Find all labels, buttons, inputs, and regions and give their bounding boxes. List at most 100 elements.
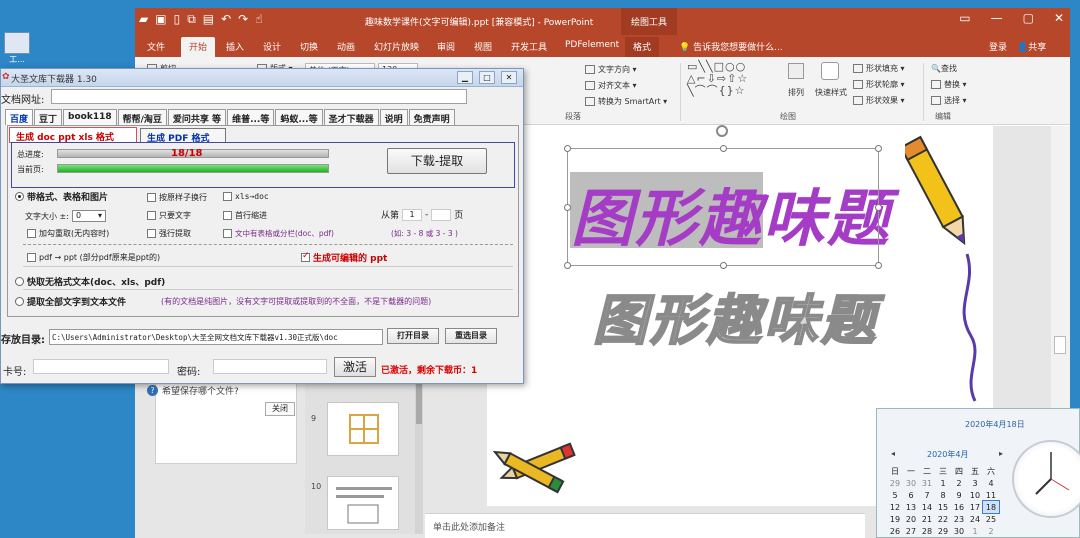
tab-shengcai[interactable]: 圣才下载器 (323, 109, 379, 125)
calendar-day[interactable]: 2 (983, 525, 999, 537)
align-text-button[interactable]: 对齐文本 ▾ (585, 80, 637, 91)
tab-view[interactable]: 视图 (474, 40, 492, 53)
find-button[interactable]: 🔍查找 (931, 63, 957, 74)
save-icon[interactable]: ▣ (155, 12, 166, 27)
tab-design[interactable]: 设计 (263, 40, 281, 53)
checkbox[interactable] (147, 211, 156, 220)
tab-transitions[interactable]: 切换 (300, 40, 318, 53)
new-icon[interactable]: ▯ (174, 12, 181, 27)
page-from-input[interactable]: 1 (402, 208, 423, 221)
calendar-day[interactable]: 31 (919, 477, 935, 489)
prev-month-icon[interactable]: ◂ (891, 449, 895, 458)
calendar-day[interactable]: 1 (967, 525, 983, 537)
option-editable-ppt[interactable]: 生成可编辑的 ppt (301, 251, 387, 264)
title-textbox[interactable] (564, 145, 882, 269)
text-direction-button[interactable]: 文字方向 ▾ (585, 64, 637, 75)
touch-mode-icon[interactable]: ☝ (255, 12, 262, 27)
calendar-day[interactable]: 19 (887, 513, 903, 525)
smartart-button[interactable]: 转换为 SmartArt ▾ (585, 96, 667, 107)
calendar-day[interactable]: 9 (951, 489, 967, 501)
replace-button[interactable]: 替换 ▾ (931, 79, 967, 90)
save-dir-input[interactable]: C:\Users\Administrator\Desktop\大圣全网文档文库下… (49, 329, 383, 345)
url-input[interactable] (51, 89, 467, 104)
select-button[interactable]: 选择 ▾ (931, 95, 967, 106)
calendar-day[interactable]: 1 (935, 477, 951, 489)
calendar-day[interactable]: 22 (935, 513, 951, 525)
print-preview-icon[interactable]: ⧉ (187, 12, 196, 27)
calendar-day[interactable]: 26 (887, 525, 903, 537)
open-icon[interactable]: ▰ (139, 12, 148, 27)
calendar-day[interactable]: 15 (935, 501, 951, 513)
resize-handle[interactable] (875, 204, 882, 211)
wordart-subtitle[interactable]: 图形趣味题 (592, 276, 878, 355)
radio-button[interactable] (15, 297, 24, 306)
resize-handle[interactable] (564, 145, 571, 152)
tab-slideshow[interactable]: 幻灯片放映 (374, 40, 419, 53)
option-table-split[interactable]: 文中有表格或分栏(doc、pdf) (223, 228, 334, 239)
shape-effects-button[interactable]: 形状效果 ▾ (853, 95, 905, 106)
tab-review[interactable]: 审阅 (437, 40, 455, 53)
calendar-day[interactable]: 29 (935, 525, 951, 537)
option-keep-newline[interactable]: 按原样子换行 (147, 192, 207, 203)
option-bold-repeat[interactable]: 加勾重取(无内容时) (27, 228, 109, 239)
calendar-day[interactable]: 27 (903, 525, 919, 537)
tab-insert[interactable]: 插入 (226, 40, 244, 53)
quick-styles-label[interactable]: 快速样式 (815, 87, 847, 98)
minimize-icon[interactable]: ▁ (457, 71, 473, 84)
calendar-day[interactable]: 14 (919, 501, 935, 513)
ribbon-display-icon[interactable]: ▭ (959, 11, 970, 25)
option-pdf-ppt[interactable]: pdf → ppt (部分pdf原来是ppt的) (27, 252, 160, 263)
maximize-icon[interactable]: ▢ (1023, 11, 1034, 25)
scroll-thumb[interactable] (1054, 336, 1066, 354)
tab-generate-doc[interactable]: 生成 doc ppt xls 格式 (9, 127, 137, 143)
calendar-day[interactable]: 2 (951, 477, 967, 489)
rotate-handle-icon[interactable] (716, 125, 728, 137)
tab-format[interactable]: 格式 (625, 37, 660, 58)
option-fast-text[interactable]: 快取无格式文本(doc、xls、pdf) (15, 275, 165, 288)
resize-handle[interactable] (564, 204, 571, 211)
tab-developer[interactable]: 开发工具 (511, 40, 547, 53)
tab-bangbang[interactable]: 帮帮/淘豆 (117, 109, 167, 125)
close-button[interactable]: 关闭 (265, 402, 295, 416)
card-number-input[interactable] (33, 359, 169, 374)
option-force-extract[interactable]: 强行提取 (147, 228, 191, 239)
month-label[interactable]: 2020年4月 (927, 449, 968, 460)
tab-disclaimer[interactable]: 免责声明 (408, 109, 455, 125)
checkbox[interactable] (27, 229, 36, 238)
calendar-day[interactable]: 10 (967, 489, 983, 501)
shape-fill-button[interactable]: 形状填充 ▾ (853, 63, 905, 74)
sign-in-link[interactable]: 登录 (989, 40, 1007, 53)
calendar-day[interactable]: 20 (903, 513, 919, 525)
minimize-icon[interactable]: — (991, 11, 1003, 25)
tab-file[interactable]: 文件 (147, 40, 165, 53)
reselect-dir-button[interactable]: 重选目录 (445, 328, 497, 344)
open-dir-button[interactable]: 打开目录 (387, 328, 439, 344)
resize-handle[interactable] (875, 262, 882, 269)
resize-handle[interactable] (564, 262, 571, 269)
arrange-label[interactable]: 排列 (788, 87, 804, 98)
option-xls-doc[interactable]: xls→doc (223, 192, 269, 201)
radio-button[interactable] (15, 277, 24, 286)
calendar-day[interactable]: 8 (935, 489, 951, 501)
checkbox-checked[interactable] (301, 251, 310, 262)
checkbox[interactable] (147, 229, 156, 238)
maximize-icon[interactable]: □ (479, 71, 495, 84)
font-size-select[interactable]: 0 ▾ (71, 210, 106, 222)
calendar-day[interactable]: 4 (983, 477, 999, 489)
option-text-only[interactable]: 只要文字 (147, 210, 191, 221)
notes-pane[interactable]: 单击此处添加备注 (425, 513, 865, 538)
calendar-day[interactable]: 13 (903, 501, 919, 513)
checkbox[interactable] (223, 192, 232, 201)
redo-icon[interactable]: ↷ (238, 12, 248, 27)
checkbox[interactable] (223, 211, 232, 220)
quick-styles-icon[interactable] (821, 62, 839, 80)
next-month-icon[interactable]: ▸ (999, 449, 1003, 458)
close-icon[interactable]: ✕ (501, 71, 517, 84)
arrange-icon[interactable] (788, 63, 804, 79)
tab-baidu[interactable]: 百度 (5, 109, 34, 125)
calendar-day[interactable]: 28 (919, 525, 935, 537)
calendar-day[interactable]: 24 (967, 513, 983, 525)
slide-thumbnail[interactable] (327, 476, 399, 530)
tab-mayi[interactable]: 蚂蚁...等 (275, 109, 323, 125)
activate-button[interactable]: 激活 (334, 357, 376, 377)
